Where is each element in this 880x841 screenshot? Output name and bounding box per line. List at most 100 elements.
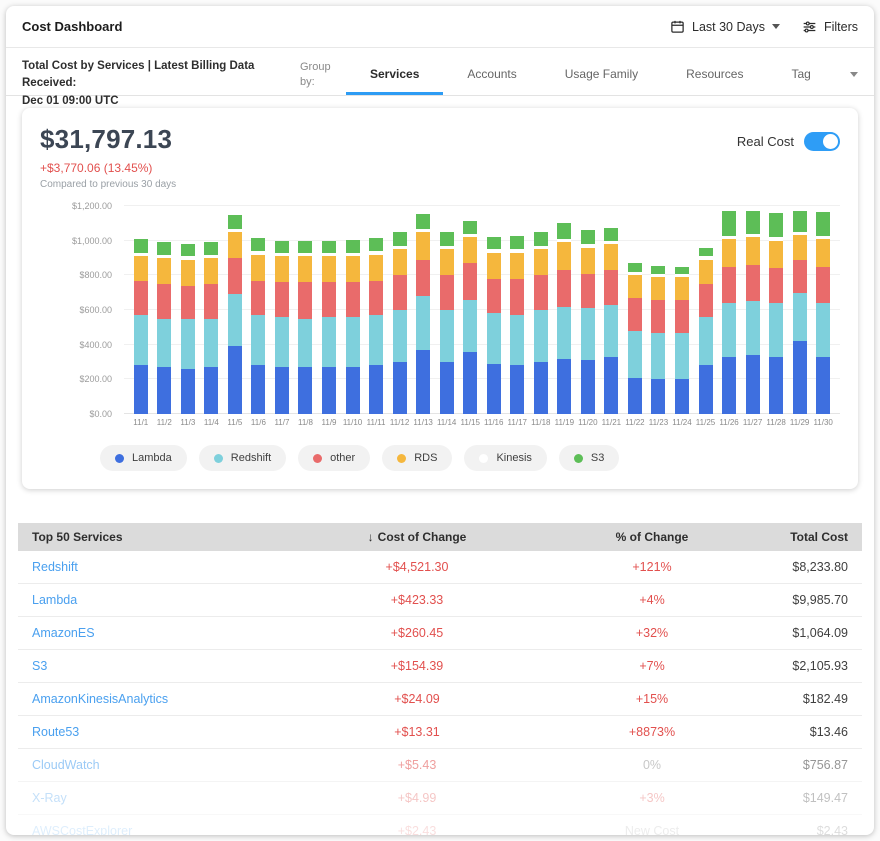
- stacked-bar-11/16[interactable]: [487, 206, 501, 414]
- stacked-bar-11/11[interactable]: [369, 206, 383, 414]
- legend-chip-redshift[interactable]: Redshift: [199, 445, 286, 471]
- sub-bar: Total Cost by Services | Latest Billing …: [6, 48, 874, 96]
- service-link[interactable]: Lambda: [32, 593, 272, 607]
- stacked-bar-11/8[interactable]: [298, 206, 312, 414]
- stacked-bar-11/26[interactable]: [722, 206, 736, 414]
- stacked-bar-11/28[interactable]: [769, 206, 783, 414]
- stacked-bar-11/22[interactable]: [628, 206, 642, 414]
- bar-column: [600, 206, 624, 414]
- y-tick-label: $400.00: [79, 340, 112, 350]
- service-link[interactable]: AmazonES: [32, 626, 272, 640]
- tab-resources[interactable]: Resources: [662, 67, 767, 95]
- tab-services[interactable]: Services: [346, 67, 443, 95]
- table-row: CloudWatch+$5.430%$756.87: [18, 749, 862, 782]
- group-by-label: Group by:: [300, 54, 346, 95]
- col-header-cost-change[interactable]: ↓Cost of Change: [272, 530, 562, 544]
- cost-of-change-value: +$154.39: [272, 659, 562, 673]
- stacked-bar-11/29[interactable]: [793, 206, 807, 414]
- table-row: AmazonKinesisAnalytics+$24.09+15%$182.49: [18, 683, 862, 716]
- tab-tag[interactable]: Tag: [767, 67, 834, 95]
- bar-segment-lambda: [769, 357, 783, 414]
- col-header-services[interactable]: Top 50 Services: [32, 530, 272, 544]
- stacked-bar-11/17[interactable]: [510, 206, 524, 414]
- bar-segment-other: [628, 298, 642, 331]
- stacked-bar-11/12[interactable]: [393, 206, 407, 414]
- service-link[interactable]: CloudWatch: [32, 758, 272, 772]
- bar-segment-rds: [699, 260, 713, 284]
- stacked-bar-11/18[interactable]: [534, 206, 548, 414]
- stacked-bar-11/19[interactable]: [557, 206, 571, 414]
- stacked-bar-11/7[interactable]: [275, 206, 289, 414]
- stacked-bar-11/27[interactable]: [746, 206, 760, 414]
- bar-column: [153, 206, 177, 414]
- bar-segment-s3: [557, 223, 571, 239]
- tab-accounts[interactable]: Accounts: [443, 67, 540, 95]
- bar-segment-other: [534, 275, 548, 310]
- bar-segment-lambda: [251, 365, 265, 414]
- legend-dot-rds: [397, 454, 406, 463]
- stacked-bar-11/5[interactable]: [228, 206, 242, 414]
- bar-column: [788, 206, 812, 414]
- service-link[interactable]: AWSCostExplorer: [32, 824, 272, 835]
- legend-chip-kinesis[interactable]: Kinesis: [464, 445, 546, 471]
- bar-segment-rds: [251, 255, 265, 281]
- stacked-bar-11/25[interactable]: [699, 206, 713, 414]
- bar-segment-redshift: [534, 310, 548, 362]
- legend-chip-rds[interactable]: RDS: [382, 445, 452, 471]
- service-link[interactable]: Route53: [32, 725, 272, 739]
- x-tick-label: 11/12: [388, 418, 412, 427]
- x-tick-label: 11/15: [458, 418, 482, 427]
- col-header-pct-change[interactable]: % of Change: [562, 530, 742, 544]
- bar-segment-other: [769, 268, 783, 303]
- real-cost-toggle[interactable]: [804, 132, 840, 151]
- stacked-bar-11/1[interactable]: [134, 206, 148, 414]
- bar-segment-rds: [581, 248, 595, 274]
- legend-chip-other[interactable]: other: [298, 445, 370, 471]
- legend-chip-s3[interactable]: S3: [559, 445, 619, 471]
- date-range-picker[interactable]: Last 30 Days: [670, 19, 780, 34]
- stacked-bar-11/23[interactable]: [651, 206, 665, 414]
- page-title: Cost Dashboard: [22, 19, 122, 34]
- legend-chip-lambda[interactable]: Lambda: [100, 445, 187, 471]
- bar-segment-lambda: [534, 362, 548, 414]
- service-link[interactable]: X-Ray: [32, 791, 272, 805]
- bar-segment-lambda: [157, 367, 171, 414]
- stacked-bar-11/9[interactable]: [322, 206, 336, 414]
- stacked-bar-11/3[interactable]: [181, 206, 195, 414]
- x-tick-label: 11/17: [506, 418, 530, 427]
- stacked-bar-11/15[interactable]: [463, 206, 477, 414]
- tabs-overflow-chevron-icon[interactable]: [850, 72, 858, 77]
- stacked-bar-11/21[interactable]: [604, 206, 618, 414]
- stacked-bar-11/13[interactable]: [416, 206, 430, 414]
- x-tick-label: 11/13: [411, 418, 435, 427]
- chart-card: $31,797.13 +$3,770.06 (13.45%) Compared …: [22, 108, 858, 489]
- bar-segment-rds: [675, 277, 689, 300]
- stacked-bar-11/2[interactable]: [157, 206, 171, 414]
- stacked-bar-11/24[interactable]: [675, 206, 689, 414]
- stacked-bar-11/6[interactable]: [251, 206, 265, 414]
- service-link[interactable]: S3: [32, 659, 272, 673]
- service-link[interactable]: Redshift: [32, 560, 272, 574]
- bar-segment-s3: [134, 239, 148, 253]
- bar-segment-other: [722, 267, 736, 303]
- bar-segment-redshift: [722, 303, 736, 357]
- stacked-bar-11/30[interactable]: [816, 206, 830, 414]
- stacked-bar-11/4[interactable]: [204, 206, 218, 414]
- bar-segment-rds: [393, 249, 407, 275]
- stacked-bar-11/14[interactable]: [440, 206, 454, 414]
- col-header-total-cost[interactable]: Total Cost: [742, 530, 848, 544]
- bar-segment-s3: [793, 211, 807, 232]
- stacked-bar-11/20[interactable]: [581, 206, 595, 414]
- top-services-table: Top 50 Services ↓Cost of Change % of Cha…: [18, 523, 862, 835]
- billing-data-title: Total Cost by Services | Latest Billing …: [22, 54, 300, 95]
- chevron-down-icon: [772, 24, 780, 29]
- bar-segment-rds: [463, 237, 477, 263]
- filters-button[interactable]: Filters: [802, 20, 858, 34]
- tab-usage-family[interactable]: Usage Family: [541, 67, 662, 95]
- x-tick-label: 11/30: [811, 418, 835, 427]
- stacked-bar-11/10[interactable]: [346, 206, 360, 414]
- service-link[interactable]: AmazonKinesisAnalytics: [32, 692, 272, 706]
- summary-row: $31,797.13 +$3,770.06 (13.45%) Compared …: [40, 124, 840, 190]
- pct-of-change-value: +15%: [562, 692, 742, 706]
- bar-column: [647, 206, 671, 414]
